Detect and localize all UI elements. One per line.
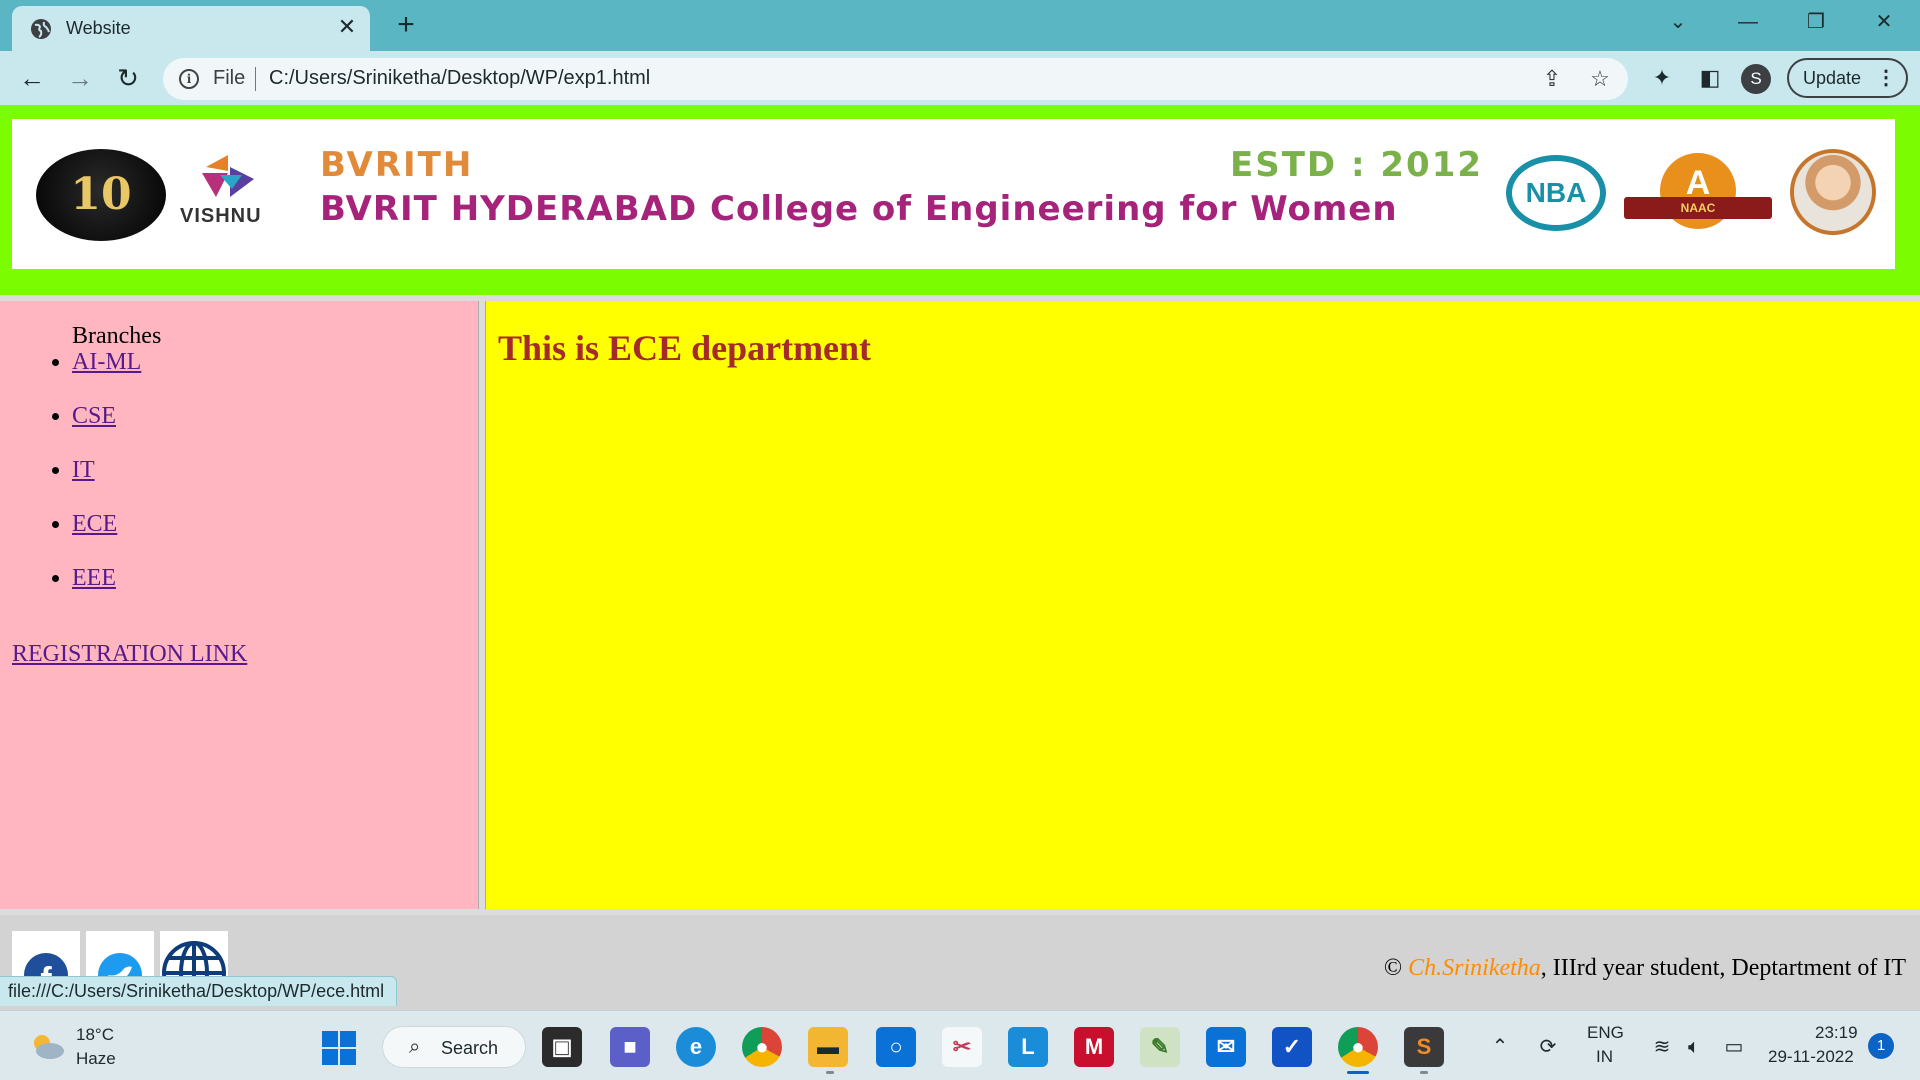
reload-icon[interactable]: ↻: [110, 61, 146, 97]
side-panel-icon[interactable]: ◧: [1696, 64, 1724, 92]
vishnu-mark-icon: [202, 155, 254, 197]
clock-time[interactable]: 23:19: [1815, 1023, 1858, 1043]
whiteboard-icon[interactable]: ✓: [1272, 1027, 1312, 1067]
department-heading: This is ECE department: [498, 328, 872, 368]
list-item: CSE: [72, 403, 141, 457]
registration-link[interactable]: REGISTRATION LINK: [12, 641, 247, 668]
founder-portrait: [1790, 149, 1876, 235]
web-page: 10 VISHNU BVRITH ESTD : 2012 BVRIT HYDER…: [0, 105, 1920, 1010]
running-indicator: [826, 1071, 834, 1074]
profile-avatar[interactable]: S: [1741, 64, 1771, 94]
college-full-name: BVRIT HYDERABAD College of Engineering f…: [320, 189, 1398, 229]
author-description: , IIIrd year student, Deptartment of IT: [1540, 955, 1906, 981]
established-year: ESTD : 2012: [1230, 145, 1484, 185]
file-explorer-icon[interactable]: ▬: [808, 1027, 848, 1067]
address-scheme-label: File: [213, 67, 246, 89]
sublime-text-icon[interactable]: S: [1404, 1027, 1444, 1067]
clock-date[interactable]: 29-11-2022: [1768, 1047, 1854, 1067]
restore-icon[interactable]: ❐: [1796, 6, 1836, 38]
tab-website[interactable]: Website ✕: [12, 6, 370, 51]
address-separator: [255, 67, 256, 91]
naac-logo: A NAAC: [1624, 149, 1772, 239]
weather-description[interactable]: Haze: [76, 1049, 116, 1069]
content-frame: This is ECE department: [486, 301, 1920, 909]
chrome-profile-icon[interactable]: ●: [1338, 1027, 1378, 1067]
spreadsheet-app-icon[interactable]: ✎: [1140, 1027, 1180, 1067]
input-language[interactable]: ENG: [1587, 1023, 1624, 1043]
list-item: ECE: [72, 511, 141, 565]
navigation-frame: Branches AI-ML CSE IT ECE EEE REGISTRATI…: [0, 301, 478, 909]
bookmark-star-icon[interactable]: ☆: [1587, 66, 1613, 92]
copyright-notice: © Ch.Sriniketha, IIIrd year student, Dep…: [1384, 955, 1906, 982]
notification-badge[interactable]: 1: [1868, 1033, 1894, 1059]
address-bar[interactable]: i File C:/Users/Sriniketha/Desktop/WP/ex…: [163, 58, 1628, 100]
list-item: AI-ML: [72, 349, 141, 403]
extensions-puzzle-icon[interactable]: ✦: [1648, 64, 1676, 92]
browser-toolbar: ← → ↻ i File C:/Users/Sriniketha/Desktop…: [0, 51, 1920, 105]
edge-browser-icon[interactable]: e: [676, 1027, 716, 1067]
snipping-tool-icon[interactable]: ✂: [942, 1027, 982, 1067]
tab-search-chevron-icon[interactable]: ⌄: [1658, 6, 1698, 38]
update-label: Update: [1803, 68, 1862, 88]
globe-icon: [31, 19, 51, 39]
site-info-icon[interactable]: i: [179, 69, 199, 89]
close-window-icon[interactable]: ✕: [1864, 6, 1904, 38]
cortana-icon[interactable]: ○: [876, 1027, 916, 1067]
address-url[interactable]: C:/Users/Sriniketha/Desktop/WP/exp1.html: [269, 67, 650, 90]
tenth-anniversary-logo: 10: [36, 149, 166, 241]
minimize-icon[interactable]: —: [1728, 6, 1768, 38]
search-label: Search: [441, 1038, 499, 1058]
mcafee-icon[interactable]: M: [1074, 1027, 1114, 1067]
branches-heading: Branches: [72, 323, 162, 349]
weather-temperature[interactable]: 18°C: [76, 1025, 114, 1045]
share-icon[interactable]: ⇪: [1539, 66, 1565, 92]
learning-app-icon[interactable]: L: [1008, 1027, 1048, 1067]
list-item: IT: [72, 457, 141, 511]
menu-kebab-icon[interactable]: ⋮: [1876, 60, 1896, 96]
branch-link-ece[interactable]: ECE: [72, 511, 117, 537]
close-tab-icon[interactable]: ✕: [334, 14, 360, 40]
short-college-name: BVRITH: [320, 145, 474, 185]
battery-icon[interactable]: ▭: [1720, 1033, 1748, 1061]
branch-link-cse[interactable]: CSE: [72, 403, 116, 429]
back-arrow-icon[interactable]: ←: [14, 61, 50, 97]
college-banner: 10 VISHNU BVRITH ESTD : 2012 BVRIT HYDER…: [12, 119, 1895, 269]
branch-link-ai-ml[interactable]: AI-ML: [72, 349, 141, 375]
tab-title: Website: [66, 18, 131, 38]
wifi-icon[interactable]: ≋: [1648, 1033, 1676, 1061]
input-region[interactable]: IN: [1596, 1047, 1613, 1067]
update-button[interactable]: Update ⋮: [1787, 58, 1908, 98]
forward-arrow-icon[interactable]: →: [62, 61, 98, 97]
branch-list: AI-ML CSE IT ECE EEE: [72, 349, 141, 619]
branch-link-it[interactable]: IT: [72, 457, 95, 483]
weather-haze-icon[interactable]: [28, 1031, 66, 1061]
new-tab-button[interactable]: +: [390, 10, 422, 42]
volume-icon[interactable]: 🔈︎: [1680, 1033, 1708, 1061]
naac-ribbon: NAAC: [1624, 197, 1772, 219]
copyright-symbol: ©: [1383, 955, 1403, 981]
tab-strip: Website ✕ + ⌄ — ❐ ✕: [0, 0, 1920, 51]
windows-taskbar: 18°C Haze ⌕ Search ▣ ■ e ● ▬ ○ ✂ L M ✎ ✉…: [0, 1010, 1920, 1080]
chevron-up-icon[interactable]: ⌃: [1486, 1033, 1514, 1061]
task-view-icon[interactable]: ▣: [542, 1027, 582, 1067]
mail-icon[interactable]: ✉: [1206, 1027, 1246, 1067]
link-hover-status: file:///C:/Users/Sriniketha/Desktop/WP/e…: [0, 976, 398, 1006]
vishnu-logo: VISHNU: [180, 153, 290, 233]
chrome-icon[interactable]: ●: [742, 1027, 782, 1067]
vishnu-wordmark: VISHNU: [180, 205, 262, 227]
nba-logo: NBA: [1506, 155, 1606, 231]
windows-start-icon[interactable]: [322, 1031, 356, 1065]
sync-icon[interactable]: ⟳: [1534, 1033, 1562, 1061]
running-indicator: [1420, 1071, 1428, 1074]
active-window-indicator: [1347, 1071, 1369, 1074]
author-name: Ch.Sriniketha: [1408, 955, 1541, 981]
teams-chat-icon[interactable]: ■: [610, 1027, 650, 1067]
frame-resize-divider[interactable]: [478, 301, 486, 909]
taskbar-search-button[interactable]: ⌕ Search: [382, 1026, 526, 1068]
list-item: EEE: [72, 565, 141, 619]
header-frame: 10 VISHNU BVRITH ESTD : 2012 BVRIT HYDER…: [0, 105, 1920, 295]
search-icon: ⌕: [409, 1036, 421, 1058]
branch-link-eee[interactable]: EEE: [72, 565, 116, 591]
